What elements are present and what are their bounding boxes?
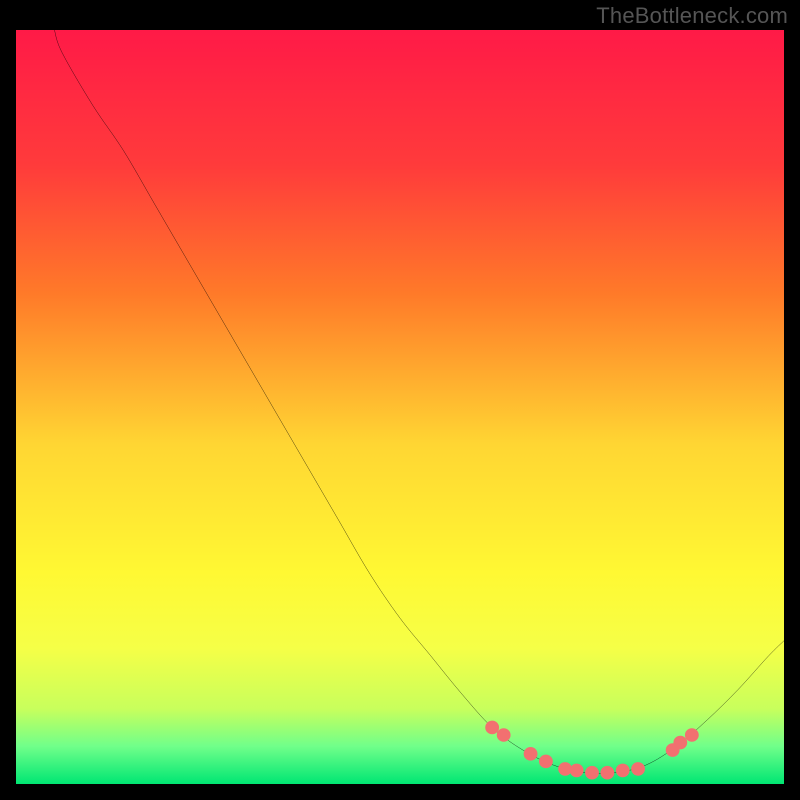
curve-marker	[600, 766, 614, 780]
plot-area	[16, 30, 784, 784]
curve-marker	[685, 728, 699, 742]
gradient-background	[16, 30, 784, 784]
curve-marker	[673, 736, 687, 750]
chart-container: TheBottleneck.com	[0, 0, 800, 800]
curve-marker	[616, 764, 630, 778]
curve-marker	[485, 721, 499, 735]
curve-marker	[497, 728, 511, 742]
curve-marker	[539, 755, 553, 769]
watermark-text: TheBottleneck.com	[596, 3, 788, 29]
curve-marker	[570, 764, 584, 778]
curve-marker	[631, 762, 645, 776]
curve-marker	[585, 766, 599, 780]
curve-marker	[524, 747, 538, 761]
